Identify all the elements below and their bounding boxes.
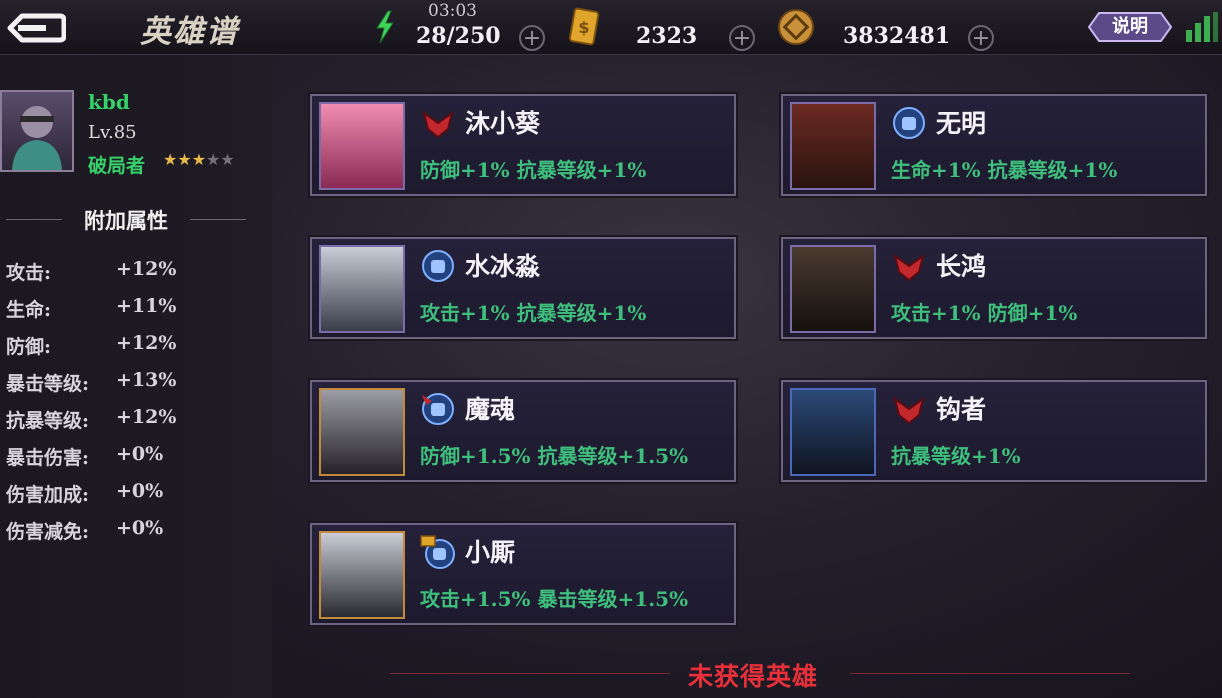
- hero-bonus: 生命+1% 抗暴等级+1%: [891, 158, 1118, 182]
- top-bar: 英雄谱 03:03 28/250 + $ 2323 + 3832481 + 说明: [0, 0, 1222, 55]
- page-title: 英雄谱: [140, 14, 239, 50]
- blue-fist-icon: [422, 250, 454, 282]
- hero-card[interactable]: 水冰淼 攻击+1% 抗暴等级+1%: [310, 237, 736, 339]
- star-empty-icon: ★: [220, 150, 235, 169]
- hero-name: 无明: [936, 109, 987, 138]
- gold-card-icon: $: [568, 7, 600, 46]
- hero-card[interactable]: 长鸿 攻击+1% 防御+1%: [781, 237, 1207, 339]
- hero-card[interactable]: 沐小葵 防御+1% 抗暴等级+1%: [310, 94, 736, 196]
- hero-card[interactable]: 魔魂 防御+1.5% 抗暴等级+1.5%: [310, 380, 736, 482]
- hero-name: 钩者: [936, 395, 987, 424]
- hero-portrait: [319, 531, 405, 619]
- avatar[interactable]: [0, 90, 74, 172]
- hero-portrait: [319, 245, 405, 333]
- coin-icon: [778, 9, 814, 45]
- stamina-timer: 03:03: [428, 1, 477, 21]
- hero-bonus: 攻击+1% 抗暴等级+1%: [420, 301, 647, 325]
- star-icon: ★: [177, 150, 192, 169]
- player-portrait-icon: [12, 106, 62, 170]
- hero-bonus: 防御+1% 抗暴等级+1%: [420, 158, 647, 182]
- hero-bonus: 攻击+1.5% 暴击等级+1.5%: [420, 587, 689, 611]
- stat-crit-damage: 暴击伤害: +0%: [6, 443, 164, 469]
- explain-button[interactable]: 说明: [1087, 11, 1173, 43]
- red-faction-icon: [893, 396, 925, 425]
- add-gold-button[interactable]: +: [729, 25, 755, 51]
- hero-name: 长鸿: [936, 252, 987, 281]
- coin-value: 3832481: [843, 23, 951, 49]
- add-stamina-button[interactable]: +: [519, 25, 545, 51]
- bonus-section-title: 附加属性: [84, 208, 168, 233]
- stat-crit-level: 暴击等级: +13%: [6, 369, 177, 395]
- unobtained-heroes-title: 未获得英雄: [688, 662, 819, 691]
- blue-red-fist-icon: [422, 393, 454, 425]
- signal-icon: [1186, 12, 1218, 42]
- blue-fist-icon: [893, 107, 925, 139]
- hero-bonus: 抗暴等级+1%: [891, 444, 1021, 468]
- stat-damage-bonus: 伤害加成: +0%: [6, 480, 164, 506]
- player-level: Lv.85: [88, 122, 137, 143]
- hero-name: 魔魂: [465, 395, 516, 424]
- hero-card[interactable]: 小厮 攻击+1.5% 暴击等级+1.5%: [310, 523, 736, 625]
- stat-damage-reduction: 伤害减免: +0%: [6, 517, 164, 543]
- divider: [390, 673, 670, 674]
- star-icon: ★: [163, 150, 178, 169]
- player-rank: 破局者: [88, 155, 146, 177]
- hero-bonus: 攻击+1% 防御+1%: [891, 301, 1078, 325]
- hero-name: 小厮: [465, 538, 516, 567]
- explain-label: 说明: [1112, 16, 1148, 37]
- hero-portrait: [790, 245, 876, 333]
- star-empty-icon: ★: [206, 150, 221, 169]
- stat-crit-resist: 抗暴等级: +12%: [6, 406, 177, 432]
- hero-card[interactable]: 无明 生命+1% 抗暴等级+1%: [781, 94, 1207, 196]
- player-panel: kbd Lv.85 破局者 ★★★★★ 附加属性 攻击: +12% 生命: +11%…: [0, 55, 272, 698]
- add-coin-button[interactable]: +: [968, 25, 994, 51]
- star-icon: ★: [191, 150, 207, 169]
- stat-health: 生命: +11%: [6, 295, 177, 321]
- red-faction-icon: [893, 253, 925, 282]
- hero-portrait: [319, 102, 405, 190]
- player-name: kbd: [88, 90, 130, 114]
- stat-attack: 攻击: +12%: [6, 258, 177, 284]
- hero-card[interactable]: 钩者 抗暴等级+1%: [781, 380, 1207, 482]
- svg-text:$: $: [578, 18, 589, 37]
- lightning-icon: [376, 10, 394, 44]
- gold-card-value: 2323: [636, 23, 698, 49]
- hero-portrait: [790, 102, 876, 190]
- hero-name: 水冰淼: [465, 252, 541, 281]
- stamina-value: 28/250: [416, 23, 501, 49]
- stat-defense: 防御: +12%: [6, 332, 177, 358]
- hero-bonus: 防御+1.5% 抗暴等级+1.5%: [420, 444, 689, 468]
- red-faction-icon: [422, 110, 454, 139]
- divider: [850, 673, 1130, 674]
- back-arrow-icon[interactable]: [4, 10, 66, 46]
- rank-stars: ★★★★★: [163, 150, 235, 169]
- hero-name: 沐小葵: [465, 109, 541, 138]
- gold-blue-fist-icon: [420, 535, 455, 569]
- hero-portrait: [319, 388, 405, 476]
- hero-portrait: [790, 388, 876, 476]
